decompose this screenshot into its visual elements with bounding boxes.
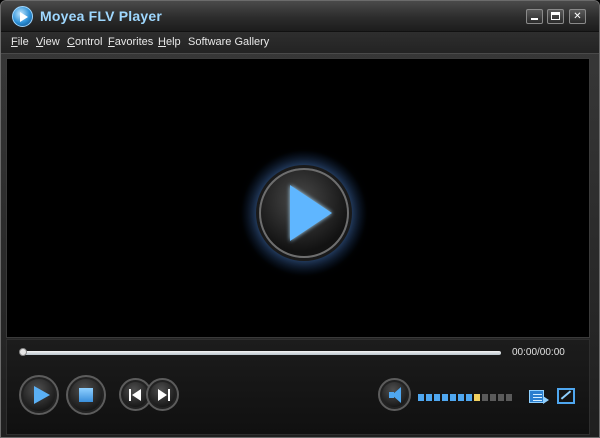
menu-bar: File View Control Favorites Help Softwar… xyxy=(1,32,599,54)
close-icon: ✕ xyxy=(573,11,582,22)
next-track-icon xyxy=(157,389,171,401)
title-bar[interactable]: Moyea FLV Player ✕ xyxy=(1,1,599,32)
playlist-icon xyxy=(529,390,544,403)
resize-button[interactable] xyxy=(557,388,577,406)
volume-segment xyxy=(474,394,480,401)
menu-control[interactable]: Control xyxy=(67,36,102,48)
moyea-logo-icon xyxy=(12,6,33,27)
menu-file[interactable]: File xyxy=(11,36,29,48)
maximize-button[interactable] xyxy=(547,9,564,24)
time-display: 00:00/00:00 xyxy=(512,347,565,358)
playlist-arrow xyxy=(543,396,549,404)
menu-view[interactable]: View xyxy=(36,36,60,48)
player-window: Moyea FLV Player ✕ File View Control Fav… xyxy=(0,0,600,438)
volume-segment xyxy=(450,394,456,401)
minimize-button[interactable] xyxy=(526,9,543,24)
minimize-icon xyxy=(531,18,538,20)
volume-segment xyxy=(482,394,488,401)
volume-segment xyxy=(466,394,472,401)
volume-segment xyxy=(458,394,464,401)
play-icon xyxy=(34,386,50,404)
seek-thumb[interactable] xyxy=(19,348,27,356)
menu-help[interactable]: Help xyxy=(158,36,181,48)
play-button[interactable] xyxy=(19,375,59,415)
previous-track-icon xyxy=(129,389,143,401)
video-area[interactable] xyxy=(6,58,590,338)
controls-panel: 00:00/00:00 xyxy=(6,339,590,435)
volume-segment xyxy=(442,394,448,401)
volume-segment xyxy=(490,394,496,401)
window-title: Moyea FLV Player xyxy=(40,8,162,24)
speaker-cone xyxy=(392,387,401,403)
play-icon xyxy=(290,185,332,241)
volume-segment xyxy=(434,394,440,401)
stop-icon xyxy=(79,388,93,402)
volume-segment xyxy=(506,394,512,401)
menu-software-gallery[interactable]: Software Gallery xyxy=(188,36,269,48)
close-button[interactable]: ✕ xyxy=(569,9,586,24)
playlist-button[interactable] xyxy=(529,388,549,406)
mute-button[interactable] xyxy=(378,378,411,411)
volume-segment xyxy=(426,394,432,401)
menu-favorites[interactable]: Favorites xyxy=(108,36,153,48)
volume-segment xyxy=(418,394,424,401)
volume-segment xyxy=(498,394,504,401)
stop-button[interactable] xyxy=(66,375,106,415)
maximize-icon xyxy=(551,12,560,20)
seek-bar[interactable] xyxy=(21,351,501,355)
next-button[interactable] xyxy=(146,378,179,411)
